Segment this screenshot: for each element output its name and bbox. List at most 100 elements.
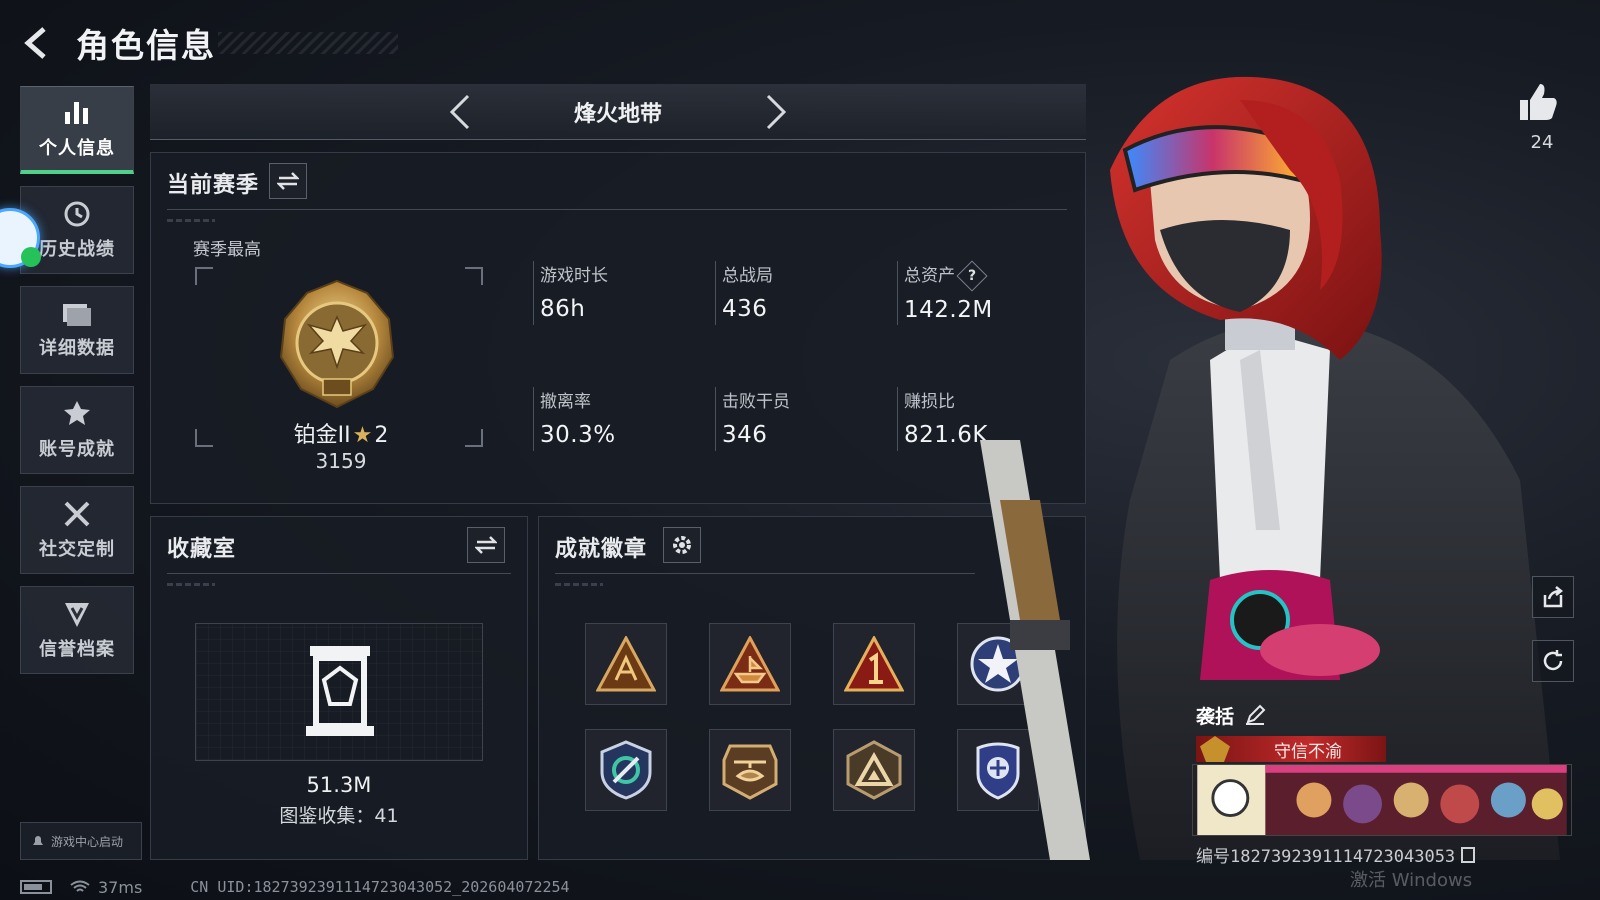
thumbs-up-icon bbox=[1520, 84, 1557, 120]
mode-name: 烽火地带 bbox=[573, 102, 662, 127]
edit-pencil-icon[interactable] bbox=[1244, 704, 1266, 726]
badge-slot[interactable] bbox=[833, 729, 915, 811]
ship-badge-icon bbox=[720, 636, 780, 692]
divider bbox=[555, 573, 975, 574]
chevron-left-icon bbox=[449, 94, 470, 130]
divider bbox=[167, 209, 1067, 210]
sidebar-item-personal-info[interactable]: 个人信息 bbox=[20, 86, 134, 174]
player-banner-image[interactable] bbox=[1192, 764, 1572, 836]
rank-one-badge-icon bbox=[844, 636, 904, 692]
stat-extraction-rate: 撤离率 30.3% bbox=[533, 387, 703, 451]
collection-display[interactable] bbox=[195, 623, 483, 761]
player-title-badge[interactable]: 守信不渝 bbox=[1196, 736, 1386, 762]
display-case-icon bbox=[306, 646, 374, 736]
current-season-panel: 当前赛季 赛季最高 铂金II★2 3159 游戏时长 86h 总战局 436 总… bbox=[150, 152, 1086, 504]
swap-arrows-icon bbox=[277, 172, 299, 190]
rank-name: 铂金II bbox=[293, 423, 351, 448]
back-button[interactable] bbox=[18, 23, 58, 63]
chevron-right-icon bbox=[766, 94, 787, 130]
refresh-icon bbox=[1543, 650, 1563, 671]
next-mode-button[interactable] bbox=[752, 90, 796, 134]
stat-value: 436 bbox=[722, 296, 768, 322]
sidebar-item-label: 个人信息 bbox=[39, 137, 115, 159]
copy-icon[interactable] bbox=[1461, 846, 1476, 863]
wifi-icon bbox=[21, 247, 41, 267]
sidebar-item-label: 社交定制 bbox=[39, 539, 115, 560]
stat-value: 346 bbox=[722, 422, 768, 448]
stat-label: 击败干员 bbox=[722, 392, 790, 412]
sidebar-item-credit-record[interactable]: 信誉档案 bbox=[20, 586, 134, 674]
bell-icon bbox=[33, 836, 43, 845]
divider bbox=[167, 573, 511, 574]
badge-slot[interactable] bbox=[833, 623, 915, 705]
windows-activation-watermark: 激活 Windows bbox=[1350, 870, 1473, 891]
switch-collection-button[interactable] bbox=[467, 527, 505, 563]
stat-label: 撤离率 bbox=[540, 392, 591, 412]
launcher-label: 游戏中心启动 bbox=[51, 834, 124, 849]
collection-count-row: 图鉴收集：41 bbox=[191, 801, 487, 828]
badge-slot[interactable] bbox=[709, 623, 791, 705]
bar-chart-icon bbox=[65, 101, 88, 124]
stat-operators-defeated: 击败干员 346 bbox=[715, 387, 885, 451]
prev-mode-button[interactable] bbox=[440, 90, 484, 134]
back-arrow-icon bbox=[24, 27, 46, 59]
wifi-icon bbox=[70, 880, 90, 892]
sidebar-item-label: 信誉档案 bbox=[39, 639, 115, 660]
sidebar-item-label: 历史战绩 bbox=[39, 239, 115, 260]
ping-value: 37ms bbox=[98, 877, 143, 897]
title-decoration bbox=[218, 32, 398, 54]
like-count: 24 bbox=[1530, 132, 1554, 153]
page-title: 角色信息 bbox=[76, 26, 216, 65]
badges-panel-title: 成就徽章 bbox=[555, 537, 648, 562]
badge-slot[interactable] bbox=[709, 729, 791, 811]
badge-slot[interactable] bbox=[585, 623, 667, 705]
header: 角色信息 bbox=[18, 18, 398, 68]
player-id-row: 编号1827392391114723043053 bbox=[1196, 842, 1476, 867]
refresh-button[interactable] bbox=[1532, 640, 1574, 682]
gear-icon bbox=[673, 536, 691, 554]
badge-slot[interactable] bbox=[585, 729, 667, 811]
title-emblem-icon bbox=[1200, 736, 1230, 762]
stat-value: 30.3% bbox=[540, 422, 616, 448]
history-clock-icon bbox=[64, 201, 90, 227]
star-icon: ★ bbox=[352, 423, 373, 448]
collection-room-panel: 收藏室 51.3M 图鉴收集：41 bbox=[150, 516, 528, 860]
tools-icon bbox=[64, 501, 90, 527]
stat-total-matches: 总战局 436 bbox=[715, 261, 885, 325]
like-button[interactable] bbox=[1516, 80, 1568, 128]
sidebar-item-label: 账号成就 bbox=[39, 439, 115, 460]
game-center-launcher[interactable]: 游戏中心启动 bbox=[20, 822, 142, 860]
sidebar-item-social-custom[interactable]: 社交定制 bbox=[20, 486, 134, 574]
battery-icon bbox=[20, 880, 52, 894]
sidebar-item-detailed-data[interactable]: 详细数据 bbox=[20, 286, 134, 374]
share-button[interactable] bbox=[1532, 576, 1574, 618]
player-id: 编号1827392391114723043053 bbox=[1196, 847, 1456, 867]
achievement-icon bbox=[64, 401, 90, 425]
switch-season-button[interactable] bbox=[269, 163, 307, 199]
season-panel-title: 当前赛季 bbox=[167, 173, 260, 198]
sidebar-item-achievements[interactable]: 账号成就 bbox=[20, 386, 134, 474]
rank-score: 3159 bbox=[315, 449, 367, 473]
status-bar: 37ms CN UID:1827392391114723043052_20260… bbox=[20, 876, 570, 898]
decoration bbox=[167, 219, 215, 222]
mode-selector: 烽火地带 bbox=[150, 84, 1086, 140]
rank-name-row: 铂金II★2 bbox=[241, 417, 441, 449]
swap-arrows-icon bbox=[475, 536, 497, 554]
satellite-shield-badge-icon bbox=[600, 740, 652, 800]
decoration bbox=[167, 583, 215, 586]
share-icon bbox=[1543, 586, 1564, 608]
player-name: 袭括 bbox=[1196, 705, 1235, 728]
squad-badge-icon bbox=[596, 636, 656, 692]
collection-count-label: 图鉴收集： bbox=[279, 805, 375, 827]
helicopter-badge-icon bbox=[722, 744, 778, 800]
badge-settings-button[interactable] bbox=[663, 527, 701, 563]
credit-shield-icon bbox=[65, 603, 89, 627]
uid-text: CN UID:1827392391114723043052_2026040722… bbox=[190, 878, 570, 896]
player-title: 守信不渝 bbox=[1274, 741, 1342, 762]
collection-panel-title: 收藏室 bbox=[167, 537, 237, 562]
collection-count: 41 bbox=[374, 805, 399, 827]
stat-label: 游戏时长 bbox=[540, 266, 608, 286]
triangle-badge-icon bbox=[846, 740, 902, 800]
decoration bbox=[555, 583, 603, 586]
season-peak-label: 赛季最高 bbox=[193, 240, 261, 260]
